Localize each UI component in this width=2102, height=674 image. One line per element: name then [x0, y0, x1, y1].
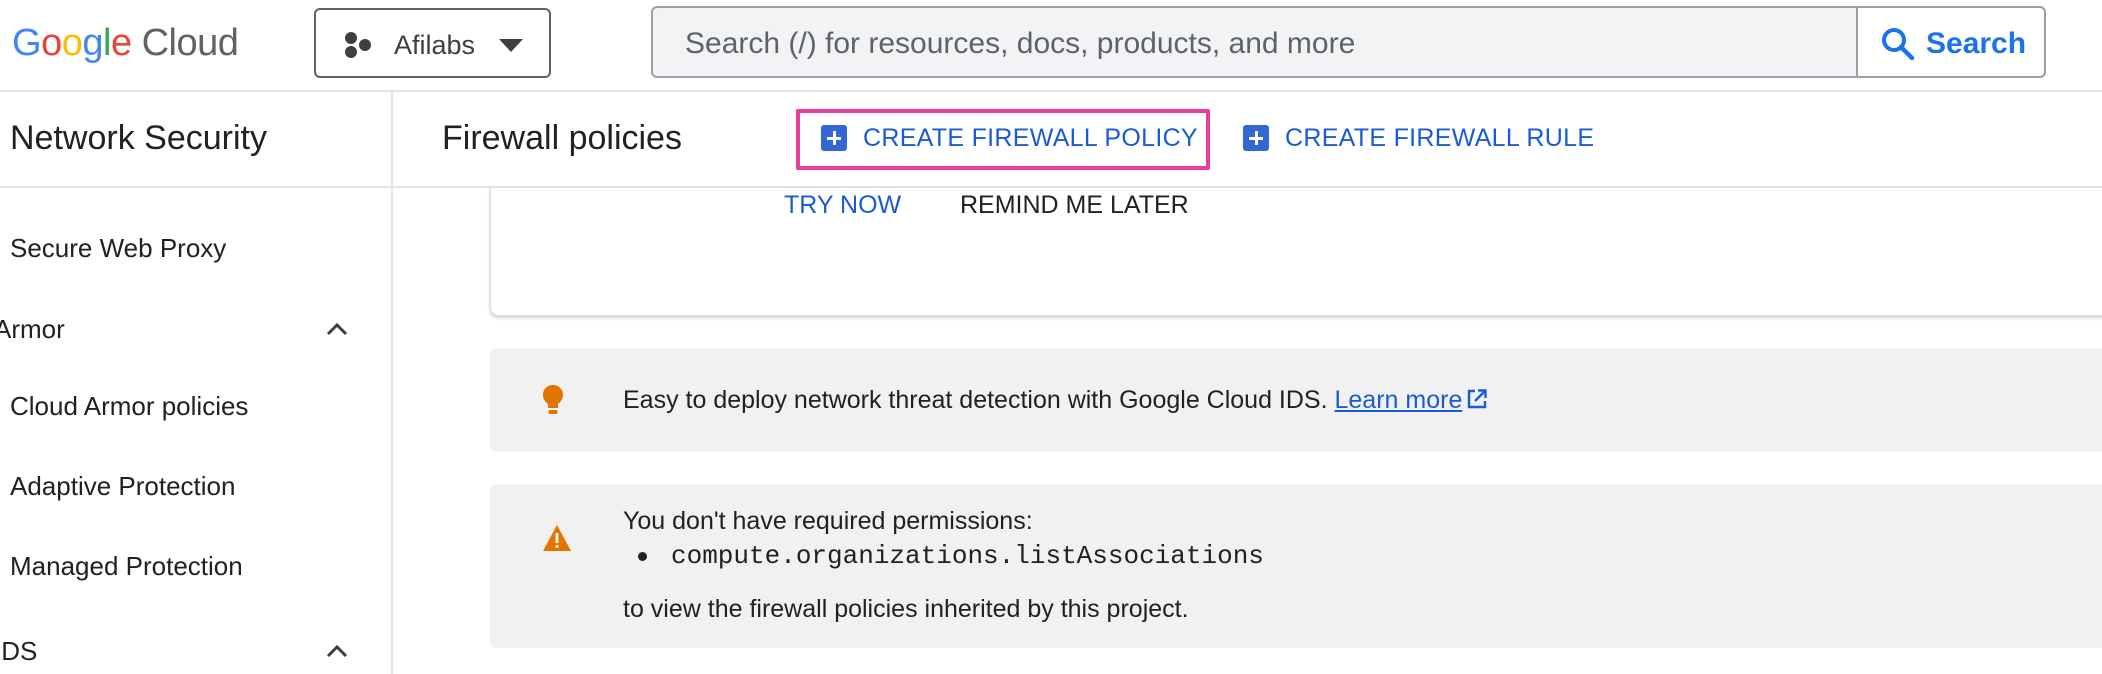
page-title: Firewall policies: [442, 119, 682, 157]
permission-name: compute.organizations.listAssociations: [671, 541, 1264, 571]
page-header: Firewall policies CREATE FIREWALL POLICY…: [393, 92, 2102, 188]
search-input[interactable]: Search (/) for resources, docs, products…: [685, 28, 1355, 60]
create-firewall-rule-label: CREATE FIREWALL RULE: [1285, 123, 1595, 152]
sidebar-header: Network Security: [0, 92, 391, 188]
add-box-icon: [1243, 125, 1269, 151]
external-link-icon[interactable]: [1466, 388, 1488, 410]
permission-message: You don't have required permissions:: [623, 507, 1033, 535]
chevron-up-icon[interactable]: [326, 322, 348, 336]
promo-card: TRY NOW REMIND ME LATER: [490, 188, 2102, 316]
search-button[interactable]: Search: [1856, 8, 2044, 76]
chevron-down-icon: [499, 39, 523, 52]
lightbulb-icon: [543, 385, 563, 414]
create-firewall-rule-button[interactable]: CREATE FIREWALL RULE: [1243, 108, 1594, 168]
permission-context: to view the firewall policies inherited …: [623, 595, 1189, 623]
learn-more-link[interactable]: Learn more: [1335, 386, 1463, 414]
project-name: Afilabs: [394, 30, 476, 60]
sidebar-item-cloud-armor-policies[interactable]: Cloud Armor policies: [10, 390, 248, 422]
ids-banner-text: Easy to deploy network threat detection …: [623, 385, 1488, 415]
sidebar-group-ids[interactable]: IDS: [0, 635, 37, 667]
sidebar-title: Network Security: [10, 119, 267, 157]
sidebar-item-adaptive-protection[interactable]: Adaptive Protection: [10, 470, 235, 502]
sidebar-item-managed-protection[interactable]: Managed Protection: [10, 550, 243, 582]
project-picker-button[interactable]: Afilabs: [314, 8, 551, 78]
project-dots-icon: [345, 32, 371, 58]
add-box-icon: [821, 125, 847, 151]
sidebar-item-secure-web-proxy[interactable]: Secure Web Proxy: [10, 232, 226, 264]
search-icon: [1882, 28, 1915, 61]
try-now-button[interactable]: TRY NOW: [784, 190, 901, 220]
create-firewall-policy-label: CREATE FIREWALL POLICY: [863, 123, 1198, 152]
warning-icon: [543, 525, 571, 551]
top-bar: Google Cloud Afilabs Search (/) for resou…: [0, 0, 2102, 92]
remind-me-later-button[interactable]: REMIND ME LATER: [960, 190, 1189, 220]
sidebar-group-armor[interactable]: Armor: [0, 313, 65, 345]
google-cloud-logo[interactable]: Google Cloud: [12, 18, 239, 68]
list-bullet: [638, 552, 647, 561]
sidebar: Network Security Secure Web Proxy Armor …: [0, 92, 393, 674]
permission-warning-banner: You don't have required permissions: com…: [490, 484, 2102, 648]
search-bar: Search (/) for resources, docs, products…: [651, 6, 2046, 78]
search-button-label: Search: [1926, 27, 2027, 60]
chevron-up-icon[interactable]: [326, 644, 348, 658]
ids-info-banner: Easy to deploy network threat detection …: [490, 348, 2102, 452]
create-firewall-policy-button[interactable]: CREATE FIREWALL POLICY: [821, 108, 1198, 168]
